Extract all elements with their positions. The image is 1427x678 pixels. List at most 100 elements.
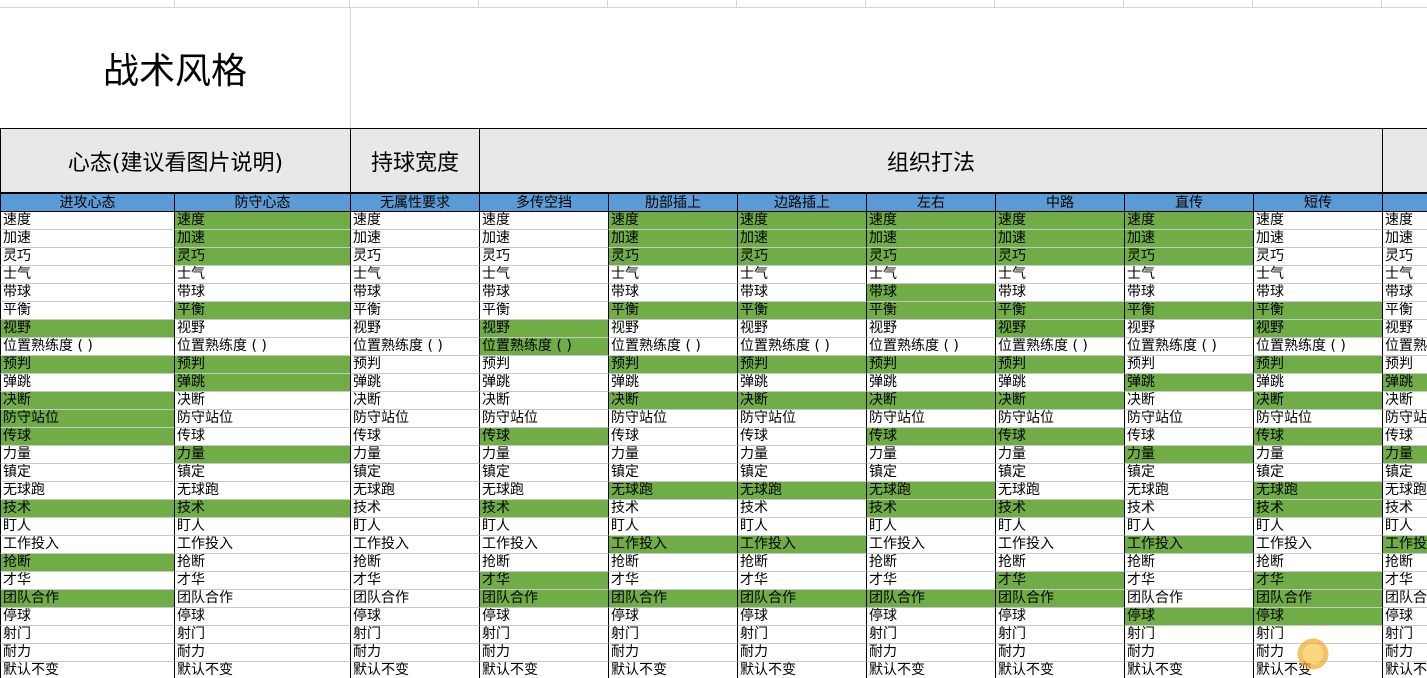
attribute-cell[interactable]: 预判 [996, 356, 1125, 374]
attribute-cell[interactable]: 灵巧 [1254, 248, 1383, 266]
attribute-cell[interactable]: 射门 [175, 626, 351, 644]
attribute-cell[interactable]: 防守站位 [1254, 410, 1383, 428]
attribute-cell[interactable]: 力量 [175, 446, 351, 464]
column-header-halfspace-overlap[interactable]: 肋部插上 [609, 193, 738, 212]
attribute-cell[interactable]: 工作投入 [867, 536, 996, 554]
attribute-cell[interactable]: 决断 [738, 392, 867, 410]
attribute-cell[interactable]: 平衡 [867, 302, 996, 320]
attribute-cell[interactable]: 无球跑 [175, 482, 351, 500]
attribute-cell[interactable]: 默认不变 [609, 662, 738, 678]
attribute-cell[interactable]: 停球 [0, 608, 175, 626]
group-header-build-up[interactable]: 组织打法 [480, 128, 1383, 193]
attribute-cell[interactable]: 带球 [480, 284, 609, 302]
attribute-cell[interactable]: 速度 [0, 212, 175, 230]
attribute-cell[interactable]: 决断 [1383, 392, 1427, 410]
attribute-cell[interactable]: 工作投入 [175, 536, 351, 554]
attribute-cell[interactable]: 决断 [175, 392, 351, 410]
attribute-cell[interactable]: 加速 [738, 230, 867, 248]
attribute-cell[interactable]: 技术 [609, 500, 738, 518]
attribute-cell[interactable]: 工作投入 [1383, 536, 1427, 554]
attribute-cell[interactable]: 停球 [738, 608, 867, 626]
attribute-cell[interactable]: 预判 [867, 356, 996, 374]
attribute-cell[interactable]: 弹跳 [480, 374, 609, 392]
attribute-cell[interactable]: 位置熟练度 ( ) [0, 338, 175, 356]
attribute-cell[interactable]: 停球 [1125, 608, 1254, 626]
attribute-cell[interactable]: 盯人 [609, 518, 738, 536]
attribute-cell[interactable]: 盯人 [867, 518, 996, 536]
attribute-cell[interactable]: 力量 [609, 446, 738, 464]
attribute-cell[interactable]: 停球 [867, 608, 996, 626]
sheet-title[interactable]: 战术风格 [0, 8, 351, 129]
attribute-cell[interactable]: 带球 [1383, 284, 1427, 302]
attribute-cell[interactable]: 力量 [996, 446, 1125, 464]
attribute-cell[interactable]: 镇定 [738, 464, 867, 482]
attribute-cell[interactable]: 预判 [1254, 356, 1383, 374]
attribute-cell[interactable]: 带球 [609, 284, 738, 302]
attribute-cell[interactable]: 速度 [351, 212, 480, 230]
attribute-cell[interactable]: 平衡 [351, 302, 480, 320]
attribute-cell[interactable]: 决断 [867, 392, 996, 410]
attribute-cell[interactable]: 镇定 [1125, 464, 1254, 482]
attribute-cell[interactable]: 默认不变 [1125, 662, 1254, 678]
attribute-cell[interactable]: 射门 [1383, 626, 1427, 644]
attribute-cell[interactable]: 弹跳 [738, 374, 867, 392]
attribute-cell[interactable]: 弹跳 [175, 374, 351, 392]
attribute-cell[interactable]: 工作投入 [609, 536, 738, 554]
attribute-cell[interactable]: 速度 [1125, 212, 1254, 230]
attribute-cell[interactable]: 无球跑 [480, 482, 609, 500]
attribute-cell[interactable]: 默认不变 [0, 662, 175, 678]
attribute-cell[interactable]: 传球 [0, 428, 175, 446]
attribute-cell[interactable]: 盯人 [1125, 518, 1254, 536]
attribute-cell[interactable]: 团队合作 [996, 590, 1125, 608]
attribute-cell[interactable]: 技术 [867, 500, 996, 518]
attribute-cell[interactable]: 视野 [738, 320, 867, 338]
attribute-cell[interactable]: 射门 [996, 626, 1125, 644]
attribute-cell[interactable]: 决断 [0, 392, 175, 410]
attribute-cell[interactable]: 士气 [996, 266, 1125, 284]
attribute-cell[interactable]: 团队合作 [480, 590, 609, 608]
attribute-cell[interactable]: 无球跑 [0, 482, 175, 500]
attribute-cell[interactable]: 才华 [0, 572, 175, 590]
attribute-cell[interactable]: 防守站位 [738, 410, 867, 428]
attribute-cell[interactable]: 无球跑 [351, 482, 480, 500]
attribute-cell[interactable]: 才华 [480, 572, 609, 590]
attribute-cell[interactable]: 抢断 [1254, 554, 1383, 572]
attribute-cell[interactable]: 防守站位 [1383, 410, 1427, 428]
attribute-cell[interactable]: 决断 [351, 392, 480, 410]
attribute-cell[interactable]: 才华 [1383, 572, 1427, 590]
attribute-cell[interactable]: 耐力 [609, 644, 738, 662]
attribute-cell[interactable]: 加速 [996, 230, 1125, 248]
attribute-cell[interactable]: 预判 [0, 356, 175, 374]
attribute-cell[interactable]: 盯人 [0, 518, 175, 536]
attribute-cell[interactable]: 预判 [351, 356, 480, 374]
attribute-cell[interactable]: 停球 [1383, 608, 1427, 626]
attribute-cell[interactable]: 速度 [175, 212, 351, 230]
column-header-partial-column[interactable] [1383, 193, 1427, 212]
attribute-cell[interactable]: 默认不变 [738, 662, 867, 678]
attribute-cell[interactable]: 防守站位 [867, 410, 996, 428]
attribute-cell[interactable]: 耐力 [738, 644, 867, 662]
attribute-cell[interactable]: 耐力 [996, 644, 1125, 662]
attribute-cell[interactable]: 士气 [867, 266, 996, 284]
attribute-cell[interactable]: 平衡 [0, 302, 175, 320]
attribute-cell[interactable]: 停球 [1254, 608, 1383, 626]
attribute-cell[interactable]: 预判 [1383, 356, 1427, 374]
attribute-cell[interactable]: 防守站位 [351, 410, 480, 428]
attribute-cell[interactable]: 防守站位 [609, 410, 738, 428]
attribute-cell[interactable]: 抢断 [609, 554, 738, 572]
attribute-cell[interactable]: 抢断 [480, 554, 609, 572]
attribute-cell[interactable]: 士气 [175, 266, 351, 284]
column-header-left-right[interactable]: 左右 [867, 193, 996, 212]
attribute-cell[interactable]: 默认不变 [351, 662, 480, 678]
column-header-no-attr-requirement[interactable]: 无属性要求 [351, 193, 480, 212]
attribute-cell[interactable]: 位置熟练度 ( ) [1383, 338, 1427, 356]
attribute-cell[interactable]: 盯人 [351, 518, 480, 536]
attribute-cell[interactable]: 无球跑 [867, 482, 996, 500]
column-header-wing-overlap[interactable]: 边路插上 [738, 193, 867, 212]
attribute-cell[interactable]: 镇定 [1383, 464, 1427, 482]
attribute-cell[interactable]: 技术 [351, 500, 480, 518]
attribute-cell[interactable]: 预判 [609, 356, 738, 374]
attribute-cell[interactable]: 工作投入 [738, 536, 867, 554]
attribute-cell[interactable]: 耐力 [1383, 644, 1427, 662]
attribute-cell[interactable]: 团队合作 [867, 590, 996, 608]
